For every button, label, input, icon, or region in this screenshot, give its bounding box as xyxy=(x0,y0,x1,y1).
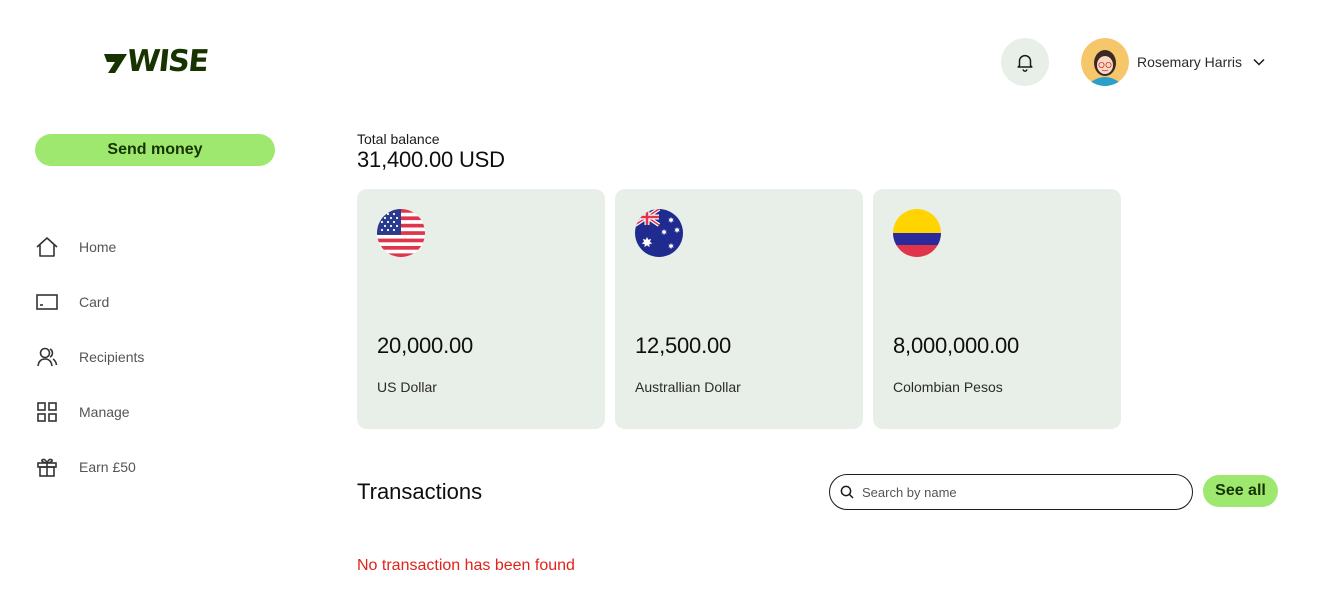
avatar xyxy=(1081,38,1129,86)
empty-transactions-message: No transaction has been found xyxy=(357,557,575,574)
balance-card-aud[interactable]: 12,500.00 Australlian Dollar xyxy=(615,189,863,429)
sidebar-item-label: Home xyxy=(79,239,117,255)
sidebar-item-label: Recipients xyxy=(79,349,145,365)
logo-text: WISE xyxy=(125,44,210,79)
chevron-down-icon[interactable] xyxy=(1252,55,1266,69)
search-box[interactable] xyxy=(829,474,1193,510)
sidebar-item-manage[interactable]: Manage xyxy=(35,397,144,427)
notifications-button[interactable] xyxy=(1001,38,1049,86)
balance-cards: 20,000.00 US Dollar 12,500.00 Australlia… xyxy=(357,189,1131,429)
bell-icon xyxy=(1017,54,1033,72)
sidebar-item-label: Manage xyxy=(79,404,130,420)
balance-amount: 12,500.00 xyxy=(635,333,732,358)
sidebar-item-earn[interactable]: Earn £50 xyxy=(35,452,144,482)
balance-amount: 8,000,000.00 xyxy=(893,333,1020,358)
search-icon xyxy=(840,485,854,499)
sidebar-item-recipients[interactable]: Recipients xyxy=(35,342,144,372)
co-flag-icon xyxy=(893,209,941,257)
us-flag-icon xyxy=(377,209,425,257)
balance-amount: 20,000.00 xyxy=(377,333,474,358)
currency-name: US Dollar xyxy=(377,379,437,395)
currency-name: Australlian Dollar xyxy=(635,379,741,395)
home-icon xyxy=(35,235,59,259)
au-flag-icon xyxy=(635,209,683,257)
user-menu[interactable]: Rosemary Harris xyxy=(1081,38,1266,86)
wise-dashboard: WISE Rosemary Harris Send money Home Car… xyxy=(0,0,1341,609)
currency-name: Colombian Pesos xyxy=(893,379,1003,395)
transactions-title: Transactions xyxy=(357,479,483,504)
total-balance-value: 31,400.00 USD xyxy=(357,147,505,172)
search-input[interactable] xyxy=(862,484,1172,500)
wise-logo[interactable]: WISE xyxy=(103,44,210,79)
see-all-button[interactable]: See all xyxy=(1203,475,1278,507)
gift-icon xyxy=(35,455,59,479)
balance-card-cop[interactable]: 8,000,000.00 Colombian Pesos xyxy=(873,189,1121,429)
sidebar-item-card[interactable]: Card xyxy=(35,287,144,317)
user-name: Rosemary Harris xyxy=(1137,54,1243,70)
balance-card-usd[interactable]: 20,000.00 US Dollar xyxy=(357,189,605,429)
total-balance-label: Total balance xyxy=(357,131,440,147)
sidebar-nav: Home Card Recipients Manage Earn £50 xyxy=(35,232,144,507)
sidebar-item-home[interactable]: Home xyxy=(35,232,144,262)
send-money-button[interactable]: Send money xyxy=(35,134,275,166)
card-icon xyxy=(35,290,59,314)
grid-icon xyxy=(35,400,59,424)
recipients-icon xyxy=(35,345,59,369)
sidebar-item-label: Earn £50 xyxy=(79,459,136,475)
sidebar-item-label: Card xyxy=(79,294,110,310)
